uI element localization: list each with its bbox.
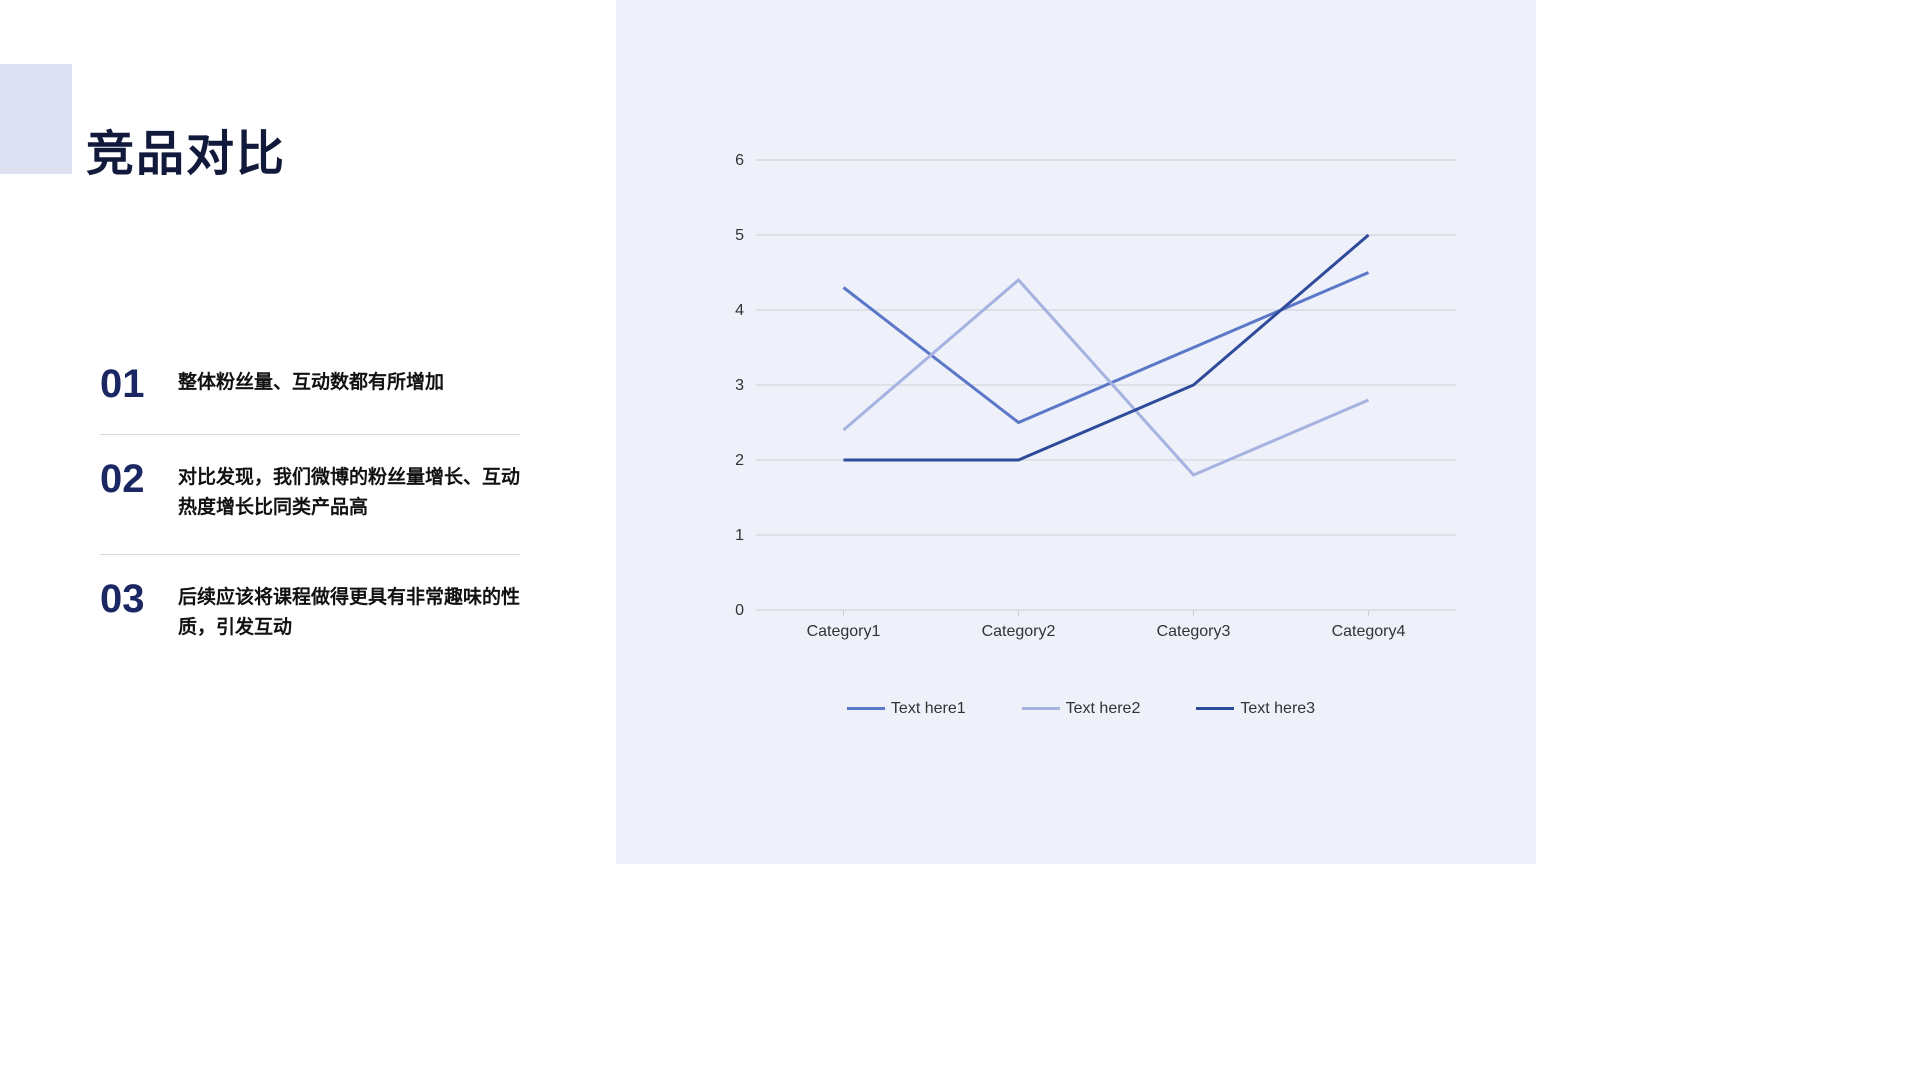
point-text: 对比发现，我们微博的粉丝量增长、互动热度增长比同类产品高 (178, 457, 520, 524)
legend-item: Text here3 (1196, 700, 1315, 718)
svg-text:Category1: Category1 (807, 623, 881, 640)
point-number: 03 (100, 577, 178, 619)
point-number: 01 (100, 362, 178, 404)
legend-swatch (847, 707, 885, 710)
legend-swatch (1022, 707, 1060, 710)
svg-text:Category3: Category3 (1157, 623, 1231, 640)
svg-text:Category2: Category2 (982, 623, 1056, 640)
legend-label: Text here2 (1066, 700, 1141, 717)
point-text: 整体粉丝量、互动数都有所增加 (178, 362, 520, 398)
legend-label: Text here3 (1240, 700, 1315, 717)
right-panel: 0 1 2 3 4 5 6 Category1 Category2 Category3 Catego… (616, 0, 1536, 864)
legend-item: Text here2 (1022, 700, 1141, 718)
svg-text:0: 0 (735, 602, 744, 619)
svg-text:5: 5 (735, 227, 744, 244)
left-panel: 竞品对比 01 整体粉丝量、互动数都有所增加 02 对比发现，我们微博的粉丝量增… (0, 0, 616, 864)
legend-item: Text here1 (847, 700, 966, 718)
point-item: 03 后续应该将课程做得更具有非常趣味的性质，引发互动 (100, 555, 520, 674)
svg-text:6: 6 (735, 152, 744, 169)
point-item: 02 对比发现，我们微博的粉丝量增长、互动热度增长比同类产品高 (100, 435, 520, 555)
points-list: 01 整体粉丝量、互动数都有所增加 02 对比发现，我们微博的粉丝量增长、互动热… (100, 340, 520, 674)
svg-text:4: 4 (735, 302, 744, 319)
decorative-block (0, 64, 72, 174)
slide: 竞品对比 01 整体粉丝量、互动数都有所增加 02 对比发现，我们微博的粉丝量增… (0, 0, 1536, 864)
svg-text:2: 2 (735, 452, 744, 469)
legend-swatch (1196, 707, 1234, 710)
point-text: 后续应该将课程做得更具有非常趣味的性质，引发互动 (178, 577, 520, 644)
line-chart: 0 1 2 3 4 5 6 Category1 Category2 Category3 Catego… (696, 150, 1466, 690)
legend-label: Text here1 (891, 700, 966, 717)
svg-text:Category4: Category4 (1332, 623, 1406, 640)
chart-svg: 0 1 2 3 4 5 6 Category1 Category2 Category3 Catego… (696, 150, 1466, 650)
svg-text:3: 3 (735, 377, 744, 394)
point-number: 02 (100, 457, 178, 499)
point-item: 01 整体粉丝量、互动数都有所增加 (100, 340, 520, 435)
chart-legend: Text here1 Text here2 Text here3 (696, 700, 1466, 718)
svg-text:1: 1 (735, 527, 744, 544)
slide-title: 竞品对比 (86, 114, 286, 184)
